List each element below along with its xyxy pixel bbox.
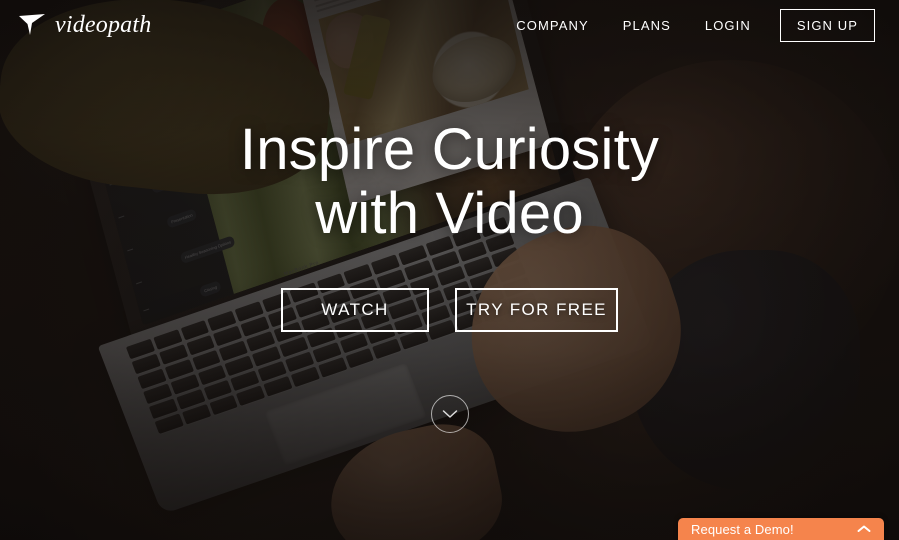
- chevron-down-icon: [442, 409, 458, 419]
- videopath-arrow-icon: [18, 13, 48, 37]
- hero-buttons: WATCH TRY FOR FREE: [0, 288, 899, 332]
- main-nav: COMPANY PLANS LOGIN SIGN UP: [499, 8, 875, 42]
- hero-title-line-1: Inspire Curiosity: [239, 117, 660, 182]
- nav-item-login[interactable]: LOGIN: [688, 10, 768, 41]
- nav-item-plans[interactable]: PLANS: [606, 10, 688, 41]
- chevron-up-icon: [857, 520, 871, 538]
- nav-item-company[interactable]: COMPANY: [499, 10, 605, 41]
- logo[interactable]: videopath: [18, 12, 151, 39]
- request-demo-tab[interactable]: Request a Demo!: [678, 518, 884, 540]
- try-for-free-button[interactable]: TRY FOR FREE: [455, 288, 618, 332]
- request-demo-label: Request a Demo!: [691, 521, 794, 537]
- hero-title-line-2: with Video: [315, 181, 584, 246]
- logo-text: videopath: [55, 11, 152, 38]
- hero-section: Inspire Curiosity with Video WATCH TRY F…: [0, 118, 899, 332]
- site-header: videopath COMPANY PLANS LOGIN SIGN UP: [0, 0, 899, 50]
- sign-up-button[interactable]: SIGN UP: [779, 8, 875, 42]
- watch-button[interactable]: WATCH: [281, 288, 429, 332]
- scroll-down-button[interactable]: [430, 395, 469, 433]
- page-root: Introduction Equipment List Ingredients …: [0, 0, 899, 540]
